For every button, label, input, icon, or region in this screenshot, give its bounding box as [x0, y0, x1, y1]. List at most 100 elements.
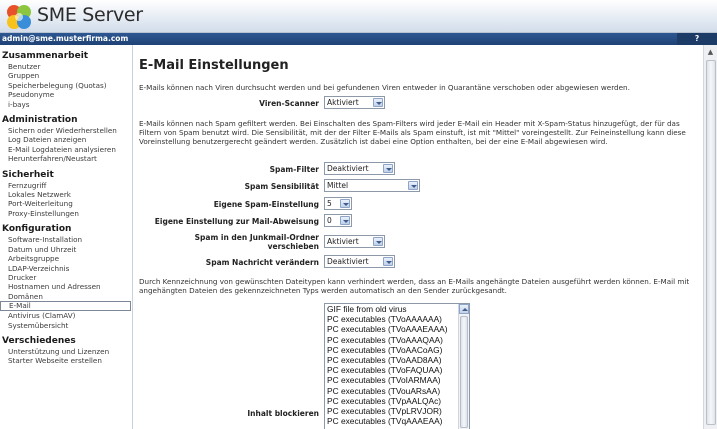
spam-filter-value: Deaktiviert: [327, 164, 369, 173]
list-option[interactable]: PC executables (TVoAAAAAA): [325, 314, 469, 324]
nav-heading: Administration: [2, 115, 78, 126]
sidebar-item[interactable]: Herunterfahren/Neustart: [0, 154, 132, 163]
spam-sensitivity-label: Spam Sensibilität: [244, 182, 319, 191]
app-header: SME Server: [0, 0, 717, 33]
chevron-down-icon[interactable]: [340, 199, 350, 208]
list-option[interactable]: PC executables (TVpLRVJOR): [325, 406, 469, 416]
chevron-down-icon[interactable]: [383, 164, 393, 173]
nav-group: Zusammenarbeit Benutzer Gruppen Speicherbel…: [0, 51, 132, 109]
nav-group: Konfiguration Software-Installation Datum …: [0, 224, 132, 330]
sidebar-item[interactable]: Speicherbelegung (Quotas): [0, 81, 132, 90]
sidebar-item[interactable]: Arbeitsgruppe: [0, 254, 132, 263]
sidebar-item[interactable]: Unterstützung und Lizenzen: [0, 347, 132, 356]
virus-intro-text: E-Mails können nach Viren durchsucht wer…: [139, 83, 630, 92]
sme-logo-icon: [7, 5, 31, 29]
logged-in-user: admin@sme.musterfirma.com: [2, 34, 129, 43]
own-reject-label: Eigene Einstellung zur Mail-Abweisung: [154, 217, 319, 226]
own-spam-select[interactable]: 5: [324, 197, 352, 210]
own-reject-row: Eigene Einstellung zur Mail-Abweisung 0: [134, 214, 694, 228]
spam-intro-text: E-Mails können nach Spam gefiltert werde…: [139, 119, 686, 146]
virus-scanner-label: Viren-Scanner: [259, 99, 319, 108]
junkmail-label-line1: Spam in den Junkmail-Ordner: [194, 233, 319, 242]
sidebar-item[interactable]: Port-Weiterleitung: [0, 199, 132, 208]
junkmail-label: Spam in den Junkmail-Ordner verschieben: [195, 233, 319, 251]
list-option[interactable]: PC executables (TVoFAQUAA): [325, 365, 469, 375]
chevron-down-icon[interactable]: [383, 257, 393, 266]
nav-heading: Sicherheit: [2, 169, 54, 180]
own-reject-select[interactable]: 0: [324, 214, 352, 227]
nav-heading: Konfiguration: [2, 224, 72, 235]
nav-group: Verschiedenes Unterstützung und Lizenzen S…: [0, 336, 132, 366]
user-bar: admin@sme.musterfirma.com ?: [0, 33, 717, 45]
page-title: E-Mail Einstellungen: [139, 58, 289, 73]
modify-message-label: Spam Nachricht verändern: [205, 258, 319, 267]
sidebar-item[interactable]: LDAP-Verzeichnis: [0, 264, 132, 273]
list-option[interactable]: PC executables (TVpAALQAc): [325, 396, 469, 406]
chevron-down-icon[interactable]: [340, 216, 350, 225]
sidebar-item[interactable]: Starter Webseite erstellen: [0, 356, 132, 365]
junkmail-label-line2: verschieben: [267, 242, 319, 251]
spam-sensitivity-value: Mittel: [327, 181, 349, 190]
sidebar-item[interactable]: Hostnamen und Adressen: [0, 282, 132, 291]
sidebar-item[interactable]: Drucker: [0, 273, 132, 282]
modify-message-select[interactable]: Deaktiviert: [324, 255, 395, 268]
junkmail-select[interactable]: Aktiviert: [324, 235, 385, 248]
list-option[interactable]: PC executables (TVoAAAQAA): [325, 335, 469, 345]
sidebar-item[interactable]: Domänen: [0, 292, 132, 301]
sidebar-item[interactable]: i-bays: [0, 100, 132, 109]
block-content-listbox[interactable]: GIF file from old virus PC executables (T…: [324, 303, 470, 429]
own-spam-row: Eigene Spam-Einstellung 5: [134, 197, 694, 211]
sidebar-item[interactable]: Software-Installation: [0, 235, 132, 244]
sidebar-item[interactable]: E-Mail: [0, 301, 131, 312]
app-title: SME Server: [37, 4, 143, 26]
chevron-up-icon[interactable]: [459, 304, 469, 314]
block-options: GIF file from old virus PC executables (T…: [325, 304, 469, 426]
own-spam-label: Eigene Spam-Einstellung: [213, 200, 319, 209]
spam-filter-label: Spam-Filter: [269, 165, 319, 174]
listbox-scroll-thumb[interactable]: [460, 316, 468, 428]
page-scroll-thumb[interactable]: [706, 60, 716, 425]
sidebar-item[interactable]: Gruppen: [0, 71, 132, 80]
chevron-up-icon[interactable]: ▲: [705, 47, 716, 57]
spam-filter-row: Spam-Filter Deaktiviert: [134, 162, 694, 176]
list-option[interactable]: PC executables (TVouARsAA): [325, 386, 469, 396]
sidebar-item[interactable]: E-Mail Logdateien analysieren: [0, 145, 132, 154]
chevron-down-icon[interactable]: [408, 181, 418, 190]
chevron-down-icon[interactable]: [373, 237, 383, 246]
block-intro-text: Durch Kennzeichnung von gewünschten Date…: [139, 277, 690, 295]
junkmail-row: Spam in den Junkmail-Ordner verschieben …: [134, 232, 694, 254]
sidebar-item[interactable]: Pseudonyme: [0, 90, 132, 99]
sidebar-item[interactable]: Antivirus (ClamAV): [0, 311, 132, 320]
nav-heading: Zusammenarbeit: [2, 51, 89, 61]
spam-sensitivity-select[interactable]: Mittel: [324, 179, 420, 192]
sidebar-item[interactable]: Sichern oder Wiederherstellen: [0, 126, 132, 135]
junkmail-value: Aktiviert: [327, 237, 359, 246]
sidebar-navigation: Zusammenarbeit Benutzer Gruppen Speicherbel…: [0, 45, 133, 429]
list-option[interactable]: PC executables (TVoAAD8AA): [325, 355, 469, 365]
list-option[interactable]: PC executables (TVoAACoAG): [325, 345, 469, 355]
page-scrollbar[interactable]: ▲: [703, 45, 717, 429]
list-option[interactable]: PC executables (TVoIARMAA): [325, 375, 469, 385]
list-option[interactable]: GIF file from old virus: [325, 304, 469, 314]
sidebar-item[interactable]: Benutzer: [0, 62, 132, 71]
virus-scanner-row: Viren-Scanner Aktiviert: [134, 96, 694, 110]
virus-scanner-value: Aktiviert: [327, 98, 359, 107]
nav-heading: Verschiedenes: [2, 335, 76, 346]
sidebar-item[interactable]: Lokales Netzwerk: [0, 190, 132, 199]
main-content: E-Mail Einstellungen E-Mails können nach…: [134, 45, 703, 429]
nav-group: Sicherheit Fernzugriff Lokales Netzwerk Por…: [0, 170, 132, 219]
list-option[interactable]: PC executables (TVqAAAEAA): [325, 416, 469, 426]
own-reject-value: 0: [327, 216, 332, 225]
sidebar-item[interactable]: Fernzugriff: [0, 181, 132, 190]
list-option[interactable]: PC executables (TVoAAAEAAA): [325, 324, 469, 334]
sidebar-item[interactable]: Systemübersicht: [0, 321, 132, 330]
chevron-down-icon[interactable]: [373, 98, 383, 107]
spam-filter-select[interactable]: Deaktiviert: [324, 162, 395, 175]
sidebar-item[interactable]: Datum und Uhrzeit: [0, 245, 132, 254]
spam-sensitivity-row: Spam Sensibilität Mittel: [134, 179, 694, 193]
listbox-scrollbar[interactable]: [458, 304, 469, 429]
help-button[interactable]: ?: [677, 33, 717, 45]
sidebar-item[interactable]: Proxy-Einstellungen: [0, 209, 132, 218]
virus-scanner-select[interactable]: Aktiviert: [324, 96, 385, 109]
sidebar-item[interactable]: Log Dateien anzeigen: [0, 135, 132, 144]
